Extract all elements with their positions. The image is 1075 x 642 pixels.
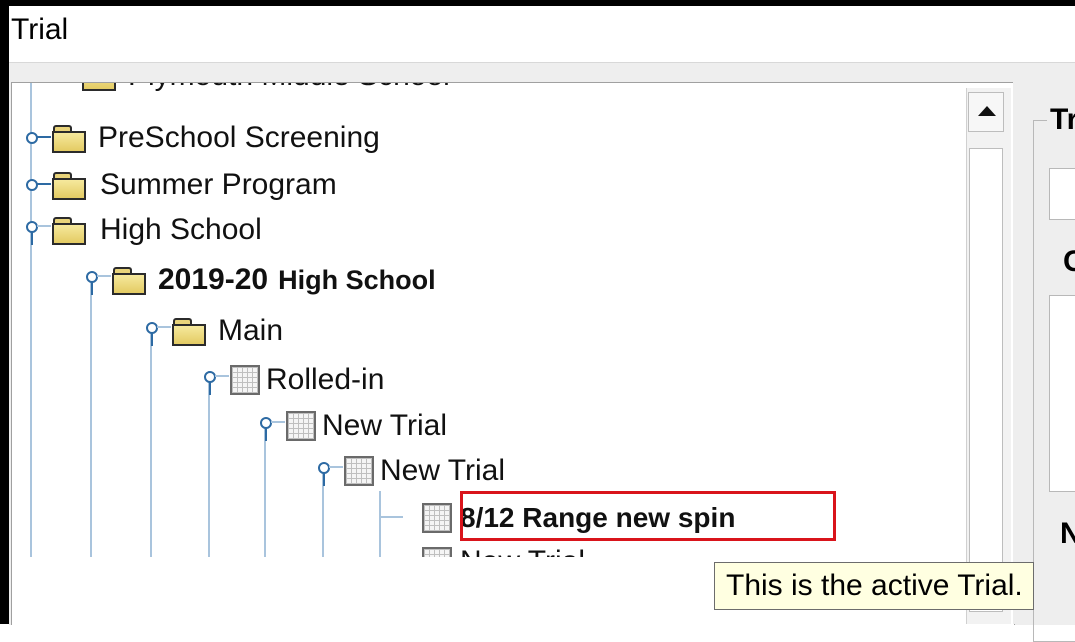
arrow-up-icon — [978, 106, 996, 116]
collapse-handle-icon[interactable] — [204, 357, 230, 403]
folder-icon — [52, 171, 86, 200]
details-label: N — [1060, 517, 1075, 550]
tree-viewport[interactable]: Plymouth Middle School PreSchool Screeni… — [12, 83, 967, 557]
tooltip-text: This is the active Trial. — [726, 569, 1023, 602]
tree-node-preschool-screening[interactable]: PreSchool Screening — [26, 115, 380, 161]
tree-node-new-trial[interactable]: New Trial — [260, 403, 447, 449]
collapse-handle-icon[interactable] — [318, 448, 344, 494]
collapse-handle-icon[interactable] — [26, 207, 52, 253]
expand-handle-icon[interactable] — [26, 162, 52, 208]
tree-node-high-school[interactable]: High School — [26, 207, 262, 253]
tree-node-label-year: 2019-20 — [158, 263, 269, 296]
trial-grid-icon — [286, 411, 316, 441]
expand-handle-icon[interactable] — [26, 115, 52, 161]
tree-node-plymouth-middle-school[interactable]: Plymouth Middle School — [82, 83, 450, 99]
details-text-field[interactable] — [1049, 168, 1075, 220]
trial-grid-icon — [344, 456, 374, 486]
tree-node-label: Plymouth Middle School — [128, 83, 450, 94]
tree-guide-line — [379, 516, 403, 518]
collapse-handle-icon[interactable] — [86, 257, 112, 303]
tree-node-label: New Trial — [322, 409, 448, 442]
folder-icon — [82, 83, 116, 91]
tree-node-label: New Trial — [460, 544, 585, 557]
collapse-handle-icon[interactable] — [146, 308, 172, 354]
tree-guide-line — [90, 273, 92, 557]
details-text-area[interactable] — [1049, 295, 1075, 492]
tree-node-summer-program[interactable]: Summer Program — [26, 162, 337, 208]
folder-icon — [112, 266, 146, 295]
trial-window: Trial Plymouth Middle School PreSchool S… — [0, 0, 1075, 642]
tree-node-label: High School — [100, 213, 262, 246]
tree-node-label: PreSchool Screening — [98, 121, 380, 154]
folder-icon — [52, 216, 86, 245]
tree-node-new-trial[interactable]: New Trial — [422, 539, 585, 557]
trial-tree-panel: Plymouth Middle School PreSchool Screeni… — [11, 82, 1015, 625]
tree-node-new-trial[interactable]: New Trial — [318, 448, 505, 494]
tree-scrollbar[interactable] — [966, 88, 1011, 624]
window-frame-left — [0, 0, 9, 624]
tree-node-label: New Trial — [380, 454, 506, 487]
folder-icon — [172, 317, 206, 346]
tree-node-rolled-in[interactable]: Rolled-in — [204, 357, 384, 403]
window-title: Trial — [11, 13, 69, 46]
group-title: Tr — [1047, 103, 1075, 137]
tree-guide-line — [379, 491, 381, 557]
tree-node-main[interactable]: Main — [146, 308, 283, 354]
tree-guide-line — [150, 323, 152, 557]
tree-node-label: Rolled-in — [266, 363, 385, 396]
tree-node-label-school: High School — [278, 265, 436, 295]
window-frame-top — [0, 0, 1075, 6]
tree-node-label: Summer Program — [100, 168, 337, 201]
active-trial-tooltip: This is the active Trial. — [714, 562, 1034, 610]
trial-grid-icon — [422, 547, 452, 557]
details-label: C — [1063, 245, 1075, 278]
active-trial-highlight — [460, 491, 836, 541]
tree-node-label: Main — [218, 314, 284, 347]
tree-node-2019-20-high-school[interactable]: 2019-20 High School — [86, 257, 436, 303]
scroll-thumb[interactable] — [969, 148, 1003, 612]
scroll-up-button[interactable] — [968, 92, 1004, 132]
collapse-handle-icon[interactable] — [260, 403, 286, 449]
trial-grid-icon — [230, 365, 260, 395]
folder-icon — [52, 124, 86, 153]
trial-grid-icon — [422, 503, 452, 533]
